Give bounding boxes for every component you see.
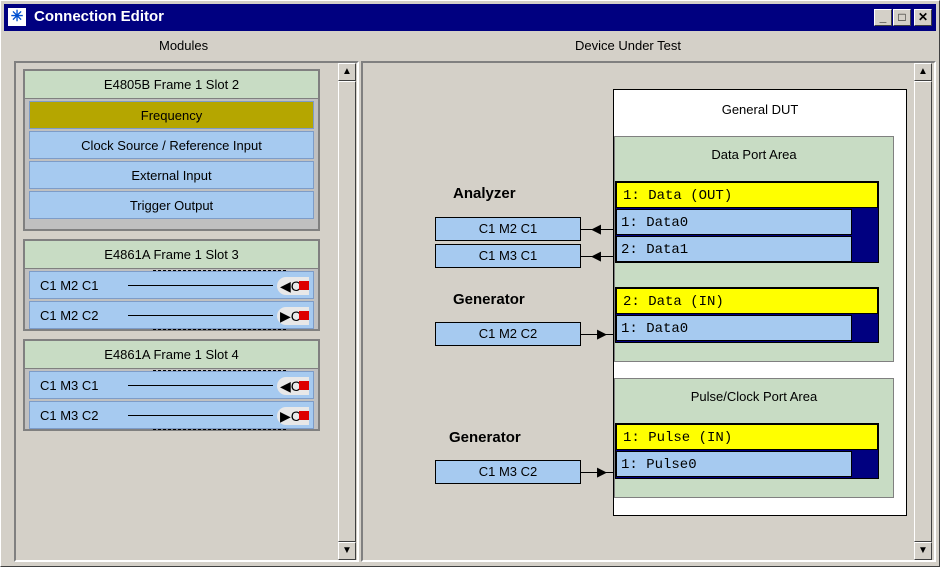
arrow-right-icon: ▶ xyxy=(597,326,607,341)
module-item-trigger-output[interactable]: Trigger Output xyxy=(29,191,314,219)
maximize-button[interactable]: □ xyxy=(893,9,911,26)
port-pulse-in[interactable]: 1: Pulse (IN) 1: Pulse0 xyxy=(615,423,879,479)
connection-line xyxy=(128,415,273,416)
module-title: E4805B Frame 1 Slot 2 xyxy=(25,71,318,99)
module-item-clock-source[interactable]: Clock Source / Reference Input xyxy=(29,131,314,159)
dut-header: Device Under Test xyxy=(575,38,681,53)
generator-label: Generator xyxy=(449,429,521,446)
modules-header: Modules xyxy=(159,38,209,53)
area-title: Data Port Area xyxy=(711,147,797,162)
channel-box[interactable]: C1 M3 C1 xyxy=(435,244,581,268)
arrow-right-icon: ▶ xyxy=(597,464,607,479)
channel-box[interactable]: C1 M3 C2 xyxy=(435,460,581,484)
input-connector-icon[interactable]: ◀C xyxy=(277,377,309,395)
module-frame-slot3[interactable]: E4861A Frame 1 Slot 3 C1 M2 C1 ◀C C1 M2 … xyxy=(23,239,320,331)
port-item[interactable]: 1: Data0 xyxy=(616,315,852,341)
channel-box[interactable]: C1 M2 C2 xyxy=(435,322,581,346)
scroll-down-button[interactable]: ▼ xyxy=(914,542,932,560)
data-port-area[interactable]: Data Port Area 1: Data (OUT) 1: Data0 2:… xyxy=(614,136,894,362)
channel-label: C1 M3 C1 xyxy=(40,378,99,393)
window-title: Connection Editor xyxy=(34,8,164,25)
generator-label: Generator xyxy=(453,291,525,308)
module-title: E4861A Frame 1 Slot 3 xyxy=(25,241,318,269)
channel-label: C1 M3 C2 xyxy=(40,408,99,423)
title-bar[interactable]: ✳ Connection Editor _ □ ✕ xyxy=(4,4,936,31)
port-header[interactable]: 1: Pulse (IN) xyxy=(616,424,878,450)
arrow-left-icon: ◀ xyxy=(591,248,601,263)
channel-row[interactable]: C1 M2 C1 ◀C xyxy=(29,271,314,299)
pulse-clock-port-area[interactable]: Pulse/Clock Port Area 1: Pulse (IN) 1: P… xyxy=(614,378,894,498)
dut-scrollbar[interactable]: ▲ ▼ xyxy=(914,63,932,560)
scroll-up-button[interactable]: ▲ xyxy=(914,63,932,81)
port-header[interactable]: 1: Data (OUT) xyxy=(616,182,878,208)
dut-title: General DUT xyxy=(721,102,799,117)
port-header[interactable]: 2: Data (IN) xyxy=(616,288,878,314)
input-connector-icon[interactable]: ◀C xyxy=(277,277,309,295)
port-item[interactable]: 1: Data0 xyxy=(616,209,852,235)
scroll-thumb[interactable] xyxy=(338,81,356,542)
channel-label: C1 M2 C2 xyxy=(40,308,99,323)
port-data-out[interactable]: 1: Data (OUT) 1: Data0 2: Data1 xyxy=(615,181,879,263)
connection-editor-window: ✳ Connection Editor _ □ ✕ Modules Device… xyxy=(0,0,940,567)
modules-pane: E4805B Frame 1 Slot 2 Frequency Clock So… xyxy=(14,61,359,562)
analyzer-label: Analyzer xyxy=(453,185,516,202)
port-item[interactable]: 2: Data1 xyxy=(616,236,852,262)
connection-line xyxy=(128,385,273,386)
minimize-button[interactable]: _ xyxy=(874,9,892,26)
channel-row[interactable]: C1 M3 C1 ◀C xyxy=(29,371,314,399)
connection-line xyxy=(128,285,273,286)
port-item[interactable]: 1: Pulse0 xyxy=(616,451,852,477)
channel-row[interactable]: C1 M2 C2 ▶C xyxy=(29,301,314,329)
module-item-external-input[interactable]: External Input xyxy=(29,161,314,189)
connection-line xyxy=(128,315,273,316)
output-connector-icon[interactable]: ▶C xyxy=(277,407,309,425)
area-title: Pulse/Clock Port Area xyxy=(690,389,818,404)
module-item-frequency[interactable]: Frequency xyxy=(29,101,314,129)
arrow-left-icon: ◀ xyxy=(591,221,601,236)
channel-row[interactable]: C1 M3 C2 ▶C xyxy=(29,401,314,429)
scroll-thumb[interactable] xyxy=(914,81,932,542)
asterisk-icon: ✳ xyxy=(8,8,26,26)
scroll-up-button[interactable]: ▲ xyxy=(338,63,356,81)
module-frame-slot2[interactable]: E4805B Frame 1 Slot 2 Frequency Clock So… xyxy=(23,69,320,231)
module-frame-slot4[interactable]: E4861A Frame 1 Slot 4 C1 M3 C1 ◀C C1 M3 … xyxy=(23,339,320,431)
output-connector-icon[interactable]: ▶C xyxy=(277,307,309,325)
port-data-in[interactable]: 2: Data (IN) 1: Data0 xyxy=(615,287,879,343)
general-dut-box[interactable]: General DUT Data Port Area 1: Data (OUT)… xyxy=(613,89,907,516)
channel-label: C1 M2 C1 xyxy=(40,278,99,293)
close-button[interactable]: ✕ xyxy=(914,9,932,26)
modules-scrollbar[interactable]: ▲ ▼ xyxy=(338,63,356,560)
channel-box[interactable]: C1 M2 C1 xyxy=(435,217,581,241)
module-title: E4861A Frame 1 Slot 4 xyxy=(25,341,318,369)
scroll-down-button[interactable]: ▼ xyxy=(338,542,356,560)
